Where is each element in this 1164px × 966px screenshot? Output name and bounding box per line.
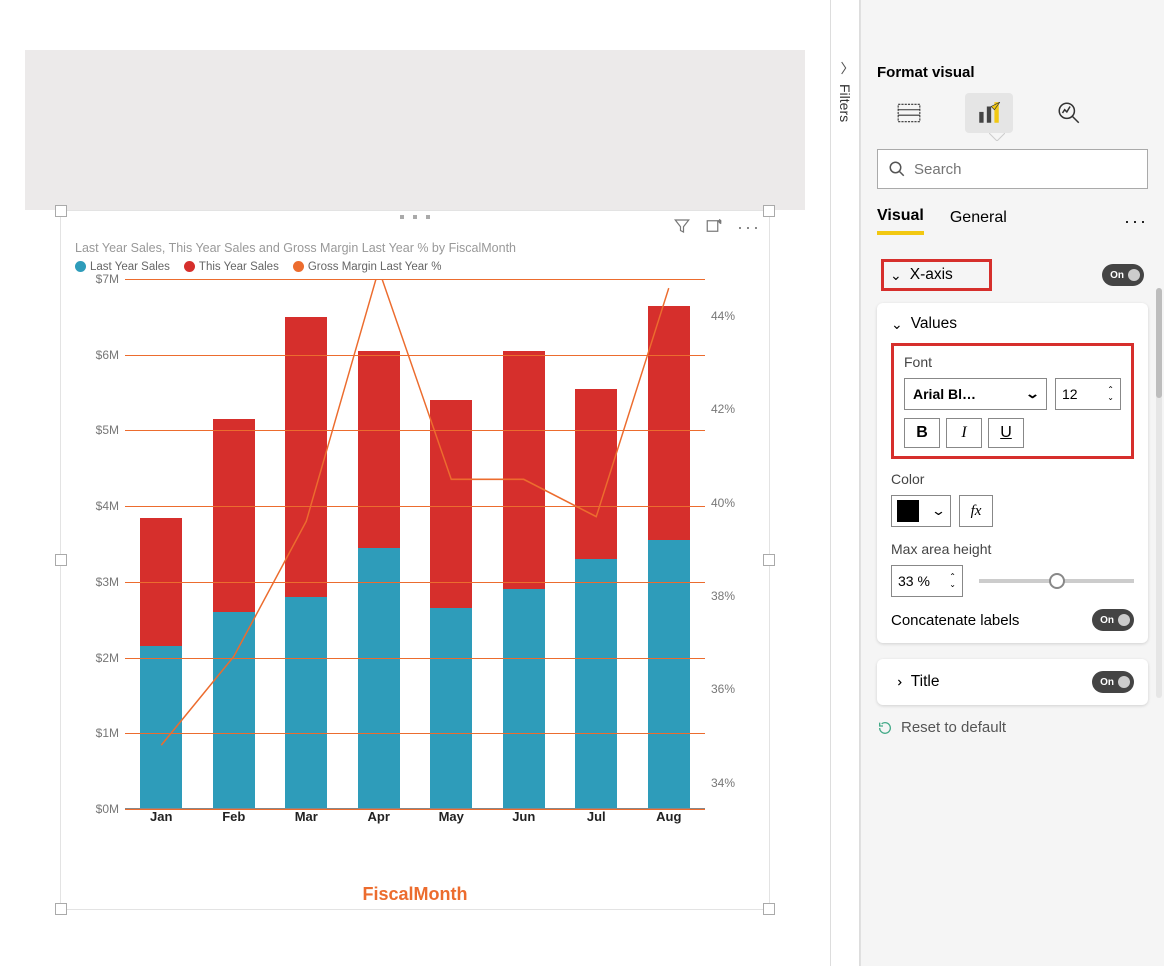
filters-label: Filters — [837, 84, 853, 122]
build-tab-icon[interactable] — [885, 93, 933, 133]
font-size-stepper[interactable]: 12 ⌃⌄ — [1055, 378, 1121, 410]
font-family-dropdown[interactable]: Arial Bl… ⌄ — [904, 378, 1047, 410]
x-tick: Apr — [343, 809, 416, 849]
y-axis-left: $0M$1M$2M$3M$4M$5M$6M$7M — [75, 279, 125, 809]
chevron-down-icon[interactable]: ⌄ — [1107, 394, 1114, 402]
legend-label: This Year Sales — [199, 261, 279, 273]
x-tick: Jun — [488, 809, 561, 849]
x-axis: JanFebMarAprMayJunJulAug — [125, 809, 705, 849]
resize-handle[interactable] — [763, 554, 775, 566]
max-area-stepper[interactable]: 33 % ⌃⌄ — [891, 565, 963, 597]
chart-legend: Last Year Sales This Year Sales Gross Ma… — [61, 259, 769, 279]
chevron-down-icon: ⌄ — [1025, 386, 1040, 402]
font-label: Font — [904, 354, 1121, 370]
x-tick: Jul — [560, 809, 633, 849]
reset-icon — [877, 720, 893, 736]
filter-icon[interactable] — [673, 217, 691, 240]
x-tick: Mar — [270, 809, 343, 849]
x-axis-title: FiscalMonth — [61, 884, 769, 905]
chevron-down-icon: ⌄ — [931, 503, 946, 519]
underline-button[interactable]: U — [988, 418, 1024, 448]
title-toggle[interactable]: On — [1092, 671, 1134, 693]
focus-mode-icon[interactable] — [705, 217, 723, 240]
reset-to-default[interactable]: Reset to default — [877, 719, 1148, 736]
color-picker[interactable]: ⌄ — [891, 495, 951, 527]
max-area-slider[interactable] — [979, 579, 1134, 583]
italic-button[interactable]: I — [946, 418, 982, 448]
x-tick: Jan — [125, 809, 198, 849]
resize-handle[interactable] — [763, 205, 775, 217]
filters-rail[interactable]: Filters — [830, 0, 860, 966]
x-tick: Aug — [633, 809, 706, 849]
format-panel: Format visual Visual General ··· — [860, 0, 1164, 966]
tab-visual[interactable]: Visual — [877, 207, 924, 235]
search-input[interactable] — [914, 161, 1137, 178]
y-axis-right: 34%36%38%40%42%44% — [705, 279, 755, 809]
color-swatch — [897, 500, 919, 522]
format-tab-icon[interactable] — [965, 93, 1013, 133]
values-section-label[interactable]: Values — [911, 315, 957, 333]
xaxis-section-label[interactable]: X-axis — [910, 266, 953, 284]
chevron-down-icon[interactable]: ⌄ — [891, 316, 903, 333]
concat-toggle[interactable]: On — [1092, 609, 1134, 631]
fx-button[interactable]: fx — [959, 495, 993, 527]
legend-label: Gross Margin Last Year % — [308, 261, 442, 273]
x-tick: Feb — [198, 809, 271, 849]
chevron-down-icon[interactable]: ⌄ — [949, 581, 956, 589]
more-tabs-icon[interactable]: ··· — [1124, 211, 1148, 232]
title-section-label[interactable]: Title — [911, 673, 940, 691]
search-icon — [888, 160, 906, 178]
search-input-wrap[interactable] — [877, 149, 1148, 189]
scrollbar[interactable] — [1156, 288, 1162, 698]
chevron-right-icon[interactable]: ⌄ — [888, 676, 905, 688]
color-label: Color — [891, 471, 1134, 487]
max-area-label: Max area height — [891, 541, 1134, 557]
chart-visual[interactable]: ··· Last Year Sales, This Year Sales and… — [60, 210, 770, 910]
more-options-icon[interactable]: ··· — [737, 217, 761, 240]
chevron-down-icon[interactable]: ⌄ — [890, 267, 902, 284]
resize-handle[interactable] — [55, 554, 67, 566]
resize-handle[interactable] — [55, 205, 67, 217]
tab-general[interactable]: General — [950, 209, 1007, 233]
expand-icon[interactable] — [837, 60, 853, 76]
panel-title: Format visual — [877, 14, 1148, 89]
chart-grid — [125, 279, 705, 809]
concat-label: Concatenate labels — [891, 612, 1019, 629]
analytics-tab-icon[interactable] — [1045, 93, 1093, 133]
canvas-background — [25, 50, 805, 210]
bold-button[interactable]: B — [904, 418, 940, 448]
x-tick: May — [415, 809, 488, 849]
drag-handle[interactable] — [400, 215, 430, 219]
xaxis-toggle[interactable]: On — [1102, 264, 1144, 286]
